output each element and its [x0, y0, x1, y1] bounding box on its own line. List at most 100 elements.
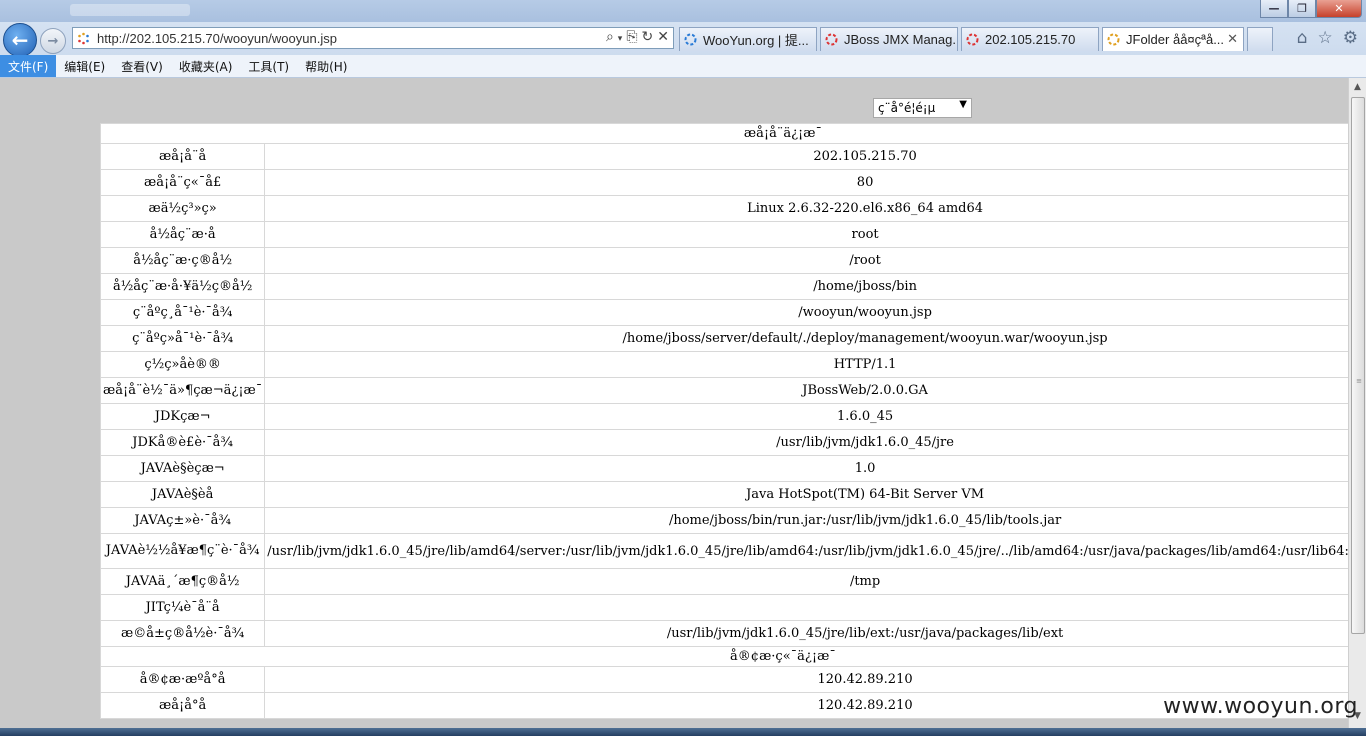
- arrow-left-icon: ←: [11, 28, 29, 52]
- minimize-button[interactable]: —: [1260, 0, 1288, 18]
- table-row: æå¡å¨å 202.105.215.70: [99, 143, 1348, 170]
- maximize-button[interactable]: ❐: [1288, 0, 1316, 18]
- row-value: /usr/lib/jvm/jdk1.6.0_45/jre/lib/amd64/s…: [264, 533, 1348, 569]
- section-header-row: å®¢æ·ç«¯ä¿¡æ¯: [100, 646, 1348, 667]
- menu-tools[interactable]: 工具(T): [240, 55, 297, 77]
- dropdown-arrow-icon[interactable]: ▾: [618, 29, 623, 49]
- menu-view[interactable]: 查看(V): [113, 55, 171, 77]
- row-key: å®¢æ·æºå°å: [99, 666, 266, 693]
- table-row: ç½ç»åè®® HTTP/1.1: [99, 351, 1348, 378]
- refresh-icon[interactable]: ↻: [642, 29, 654, 49]
- row-key: æ©å±ç®å½è·¯å¾: [99, 620, 266, 647]
- tab-favicon-icon: [1107, 33, 1120, 46]
- row-value: 120.42.89.210: [264, 666, 1348, 693]
- table-row: JAVAç±»è·¯å¾/home/jboss/bin/run.jar:/usr…: [99, 507, 1348, 534]
- client-info-header: å®¢æ·ç«¯ä¿¡æ¯: [100, 646, 1348, 667]
- tab-jboss-jmx[interactable]: JBoss JMX Manag...: [820, 27, 958, 51]
- arrow-right-icon: →: [47, 33, 59, 49]
- taskbar: [0, 728, 1366, 736]
- tab-wooyun[interactable]: WooYun.org | 提...: [679, 27, 817, 51]
- table-row: å½åç¨æ·ç®å½/root: [99, 247, 1348, 274]
- menu-favorites[interactable]: 收藏夹(A): [171, 55, 241, 77]
- browser-chrome: — ❐ ✕ ← → http://202.105.215.70/wooyun/w…: [0, 0, 1366, 78]
- tab-label: 202.105.215.70: [985, 32, 1076, 47]
- close-window-button[interactable]: ✕: [1316, 0, 1362, 18]
- row-value: Java HotSpot(TM) 64-Bit Server VM: [264, 481, 1348, 508]
- tab-label: JFolder åå¤çªå...: [1126, 32, 1225, 47]
- vertical-scrollbar[interactable]: ▲ ≡ ▼: [1348, 78, 1366, 728]
- tab-label: JBoss JMX Manag...: [844, 32, 958, 47]
- row-value: [264, 594, 1348, 621]
- table-row: å½åç¨æ·å·¥ä½ç®å½/home/jboss/bin: [99, 273, 1348, 300]
- forward-button[interactable]: →: [40, 28, 66, 54]
- table-row: ç¨åºç¸å¯¹è·¯å¾/wooyun/wooyun.jsp: [99, 299, 1348, 326]
- row-key: æå¡å¨ç«¯å£: [99, 169, 266, 196]
- page-loading-icon: [78, 32, 89, 45]
- new-tab-button[interactable]: [1247, 27, 1273, 51]
- table-row: æä½ç³»ç» Linux 2.6.32-220.el6.x86_64 amd6…: [99, 195, 1348, 222]
- window-title: [70, 4, 190, 16]
- row-key: JDKçæ¬: [99, 403, 266, 430]
- menu-file[interactable]: 文件(F): [0, 55, 57, 77]
- menu-bar: 文件(F) 编辑(E) 查看(V) 收藏夹(A) 工具(T) 帮助(H): [0, 55, 1366, 78]
- tab-strip: WooYun.org | 提... JBoss JMX Manag... 202…: [679, 27, 1273, 51]
- row-value: /tmp: [264, 568, 1348, 595]
- row-key: JAVAè§èå: [99, 481, 266, 508]
- address-bar[interactable]: http://202.105.215.70/wooyun/wooyun.jsp …: [72, 27, 674, 49]
- row-key: å½åç¨æ·å·¥ä½ç®å½: [99, 273, 266, 300]
- table-row: JAVAè§èå Java HotSpot(TM) 64-Bit Server V…: [99, 481, 1348, 508]
- compat-view-icon[interactable]: ⎘: [626, 29, 637, 49]
- row-value: /wooyun/wooyun.jsp: [264, 299, 1348, 326]
- search-icon[interactable]: ⌕: [606, 29, 614, 49]
- row-value: 1.6.0_45: [264, 403, 1348, 430]
- row-key: ç¨åºç»å¯¹è·¯å¾: [99, 325, 266, 352]
- row-key: æä½ç³»ç»: [99, 195, 266, 222]
- table-row: JDKçæ¬ 1.6.0_45: [99, 403, 1348, 430]
- select-value: ç¨å°é¦é¡µ: [878, 101, 936, 115]
- info-table: æå¡å¨ä¿¡æ¯ æå¡å¨å 202.105.215.70 æå¡å¨ç«¯å…: [99, 123, 1348, 719]
- favorites-star-icon[interactable]: ☆: [1318, 28, 1333, 48]
- back-button[interactable]: ←: [3, 23, 37, 57]
- table-row: JAVAä¸´æ¶ç®å½/tmp: [99, 568, 1348, 595]
- row-value: JBossWeb/2.0.0.GA: [264, 377, 1348, 404]
- server-info-header: æå¡å¨ä¿¡æ¯: [100, 123, 1348, 144]
- tab-jfolder[interactable]: JFolder åå¤çªå... ✕: [1102, 27, 1244, 51]
- table-row: JDKå®è£è·¯å¾/usr/lib/jvm/jdk1.6.0_45/jre: [99, 429, 1348, 456]
- page-content: ç¨å°é¦é¡µ ▼ æå¡å¨ä¿¡æ¯ æå¡å¨å 202.105.215…: [0, 78, 1348, 728]
- toolbar-icons: ⌂ ☆ ⚙: [1297, 28, 1358, 48]
- row-value: /home/jboss/bin: [264, 273, 1348, 300]
- row-key: æå¡å°å: [99, 692, 266, 719]
- window-controls: — ❐ ✕: [1260, 0, 1362, 18]
- row-value: root: [264, 221, 1348, 248]
- row-key: æå¡å¨å: [99, 143, 266, 170]
- table-row: ç¨åºç»å¯¹è·¯å¾/home/jboss/server/default…: [99, 325, 1348, 352]
- close-tab-icon[interactable]: ✕: [1227, 32, 1238, 47]
- menu-help[interactable]: 帮助(H): [297, 55, 355, 77]
- home-icon[interactable]: ⌂: [1297, 28, 1308, 48]
- row-value: Linux 2.6.32-220.el6.x86_64 amd64: [264, 195, 1348, 222]
- table-row: å½åç¨æ·å root: [99, 221, 1348, 248]
- function-select[interactable]: ç¨å°é¦é¡µ ▼: [873, 98, 972, 118]
- table-row: æå¡å°å 120.42.89.210: [99, 692, 1348, 719]
- scroll-up-icon[interactable]: ▲: [1350, 79, 1365, 95]
- row-key: ç½ç»åè®®: [99, 351, 266, 378]
- row-key: JAVAè§èçæ¬: [99, 455, 266, 482]
- menu-edit[interactable]: 编辑(E): [56, 55, 113, 77]
- title-bar: — ❐ ✕: [0, 0, 1366, 22]
- tab-label: WooYun.org | 提...: [703, 33, 809, 48]
- tab-ip[interactable]: 202.105.215.70: [961, 27, 1099, 51]
- scroll-thumb[interactable]: ≡: [1351, 97, 1365, 634]
- tab-favicon-icon: [825, 33, 838, 46]
- chevron-down-icon: ▼: [959, 99, 967, 110]
- row-value: 202.105.215.70: [264, 143, 1348, 170]
- table-row: æ©å±ç®å½è·¯å¾/usr/lib/jvm/jdk1.6.0_45/jr…: [99, 620, 1348, 647]
- row-value: /usr/lib/jvm/jdk1.6.0_45/jre: [264, 429, 1348, 456]
- url-text[interactable]: http://202.105.215.70/wooyun/wooyun.jsp: [97, 31, 337, 46]
- section-header-row: æå¡å¨ä¿¡æ¯: [100, 123, 1348, 144]
- row-key: JITç¼è¯å¨å: [99, 594, 266, 621]
- row-key: æå¡å¨è½¯ä»¶çæ¬ä¿¡æ¯: [99, 377, 266, 404]
- navigation-row: ← → http://202.105.215.70/wooyun/wooyun.…: [0, 22, 1366, 57]
- gear-icon[interactable]: ⚙: [1343, 28, 1358, 48]
- stop-icon[interactable]: ✕: [657, 29, 669, 49]
- tab-favicon-icon: [684, 33, 697, 46]
